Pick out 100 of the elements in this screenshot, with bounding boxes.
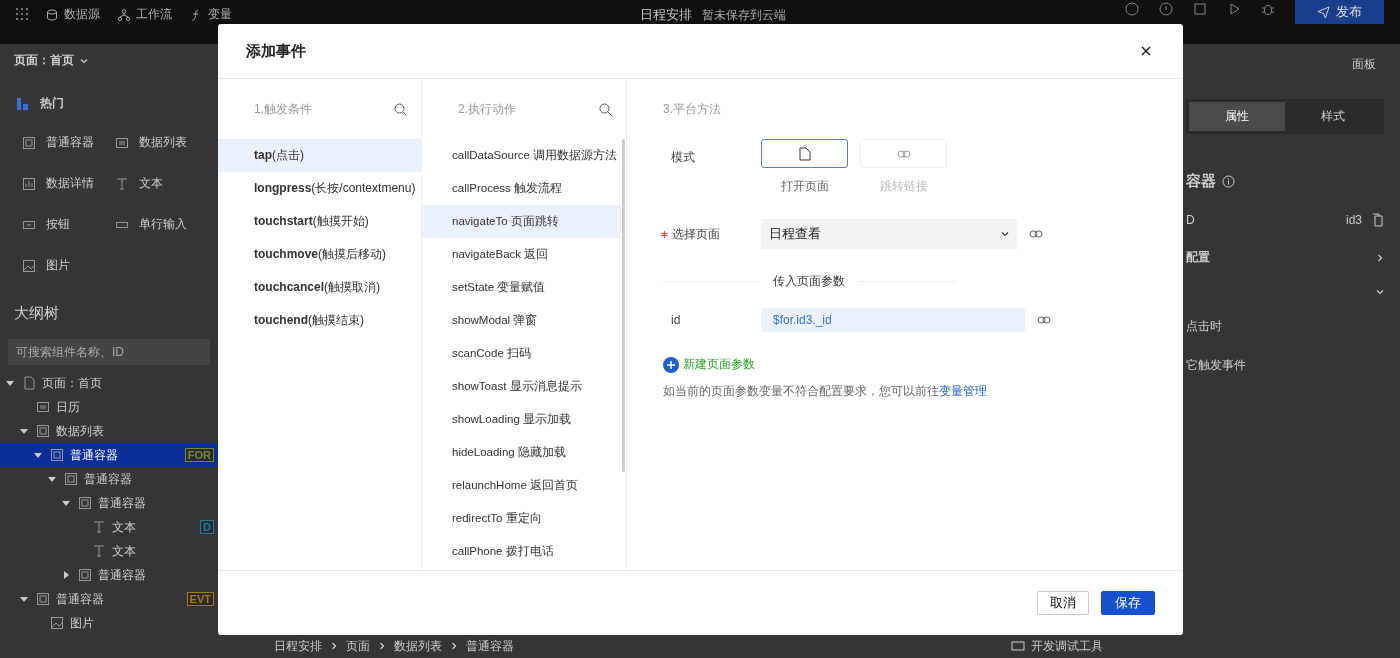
variable-link[interactable]: 变量管理	[939, 384, 987, 398]
component-item[interactable]: 图片	[22, 257, 70, 274]
action-item[interactable]: callDataSource 调用数据源方法	[422, 139, 621, 172]
trigger-item[interactable]: tap(点击)	[218, 139, 421, 172]
action-item[interactable]: navigateBack 返回	[422, 238, 621, 271]
caret-icon[interactable]	[62, 571, 70, 579]
chevron-icon[interactable]	[1376, 288, 1384, 296]
tree-label: 图片	[70, 614, 94, 632]
page-selector[interactable]: 页面：首页	[14, 52, 88, 69]
publish-button[interactable]: 发布	[1295, 0, 1384, 24]
caret-icon[interactable]	[48, 475, 56, 483]
action-item[interactable]: hideLoading 隐藏加载	[422, 436, 621, 469]
action-item[interactable]: callPhone 拨打电话	[422, 535, 621, 568]
component-item[interactable]: 数据详情	[22, 175, 94, 192]
devtools-button[interactable]: 开发调试工具	[1011, 637, 1103, 655]
trigger-item[interactable]: touchcancel(触摸取消)	[218, 271, 421, 304]
trigger-item[interactable]: touchmove(触摸后移动)	[218, 238, 421, 271]
component-item[interactable]: 单行输入	[115, 216, 187, 233]
action-item[interactable]: callProcess 触发流程	[422, 172, 621, 205]
tree-item[interactable]: 普通容器 EVT	[0, 587, 218, 611]
cancel-button[interactable]: 取消	[1037, 591, 1089, 615]
nav-tab[interactable]: 工作流	[136, 6, 172, 23]
caret-icon[interactable]	[34, 451, 42, 459]
tree-label: 文本	[112, 518, 136, 536]
tree-item[interactable]: 普通容器	[0, 563, 218, 587]
field-label: D	[1186, 213, 1195, 227]
component-icon	[78, 568, 92, 582]
mode-option[interactable]	[761, 139, 848, 168]
tab[interactable]: 属性	[1189, 102, 1285, 131]
trigger-item[interactable]: touchstart(触摸开始)	[218, 205, 421, 238]
caret-icon[interactable]	[20, 595, 28, 603]
dialog-title: 添加事件	[246, 41, 306, 61]
component-item[interactable]: 文本	[115, 175, 163, 192]
page-select[interactable]: 日程查看	[761, 219, 1017, 249]
search-icon[interactable]	[394, 102, 407, 116]
trigger-item[interactable]: longpress(长按/contextmenu)	[218, 172, 421, 205]
component-icon	[78, 496, 92, 510]
scrollbar[interactable]	[622, 139, 625, 472]
tree-item[interactable]: 数据列表	[0, 419, 218, 443]
tree-item[interactable]: 普通容器 FOR	[0, 443, 218, 467]
nav-tab[interactable]: 变量	[208, 6, 232, 23]
caret-icon[interactable]	[62, 499, 70, 507]
tree-item[interactable]: 文本 D	[0, 515, 218, 539]
caret-icon[interactable]	[6, 379, 14, 387]
chevron-icon[interactable]	[1376, 253, 1384, 262]
component-item[interactable]: 数据列表	[115, 134, 187, 151]
tree-label: 普通容器	[98, 494, 146, 512]
event-label: 点击时	[1186, 318, 1222, 335]
flow-icon	[118, 8, 130, 21]
info-icon[interactable]	[1159, 2, 1173, 16]
apps-icon[interactable]	[16, 8, 28, 20]
breadcrumb-link[interactable]: 普通容器	[466, 637, 514, 655]
component-item[interactable]: 按钮	[22, 216, 70, 233]
tree-item[interactable]: 文本	[0, 539, 218, 563]
component-item[interactable]: 普通容器	[22, 134, 94, 151]
copy-icon[interactable]	[1372, 213, 1384, 227]
chevron-icon	[1001, 230, 1009, 238]
column-heading: 2.执行动作	[458, 100, 516, 118]
tree-item[interactable]: 日历	[0, 395, 218, 419]
link-icon[interactable]	[1037, 316, 1051, 324]
id-value: id3	[1346, 213, 1362, 227]
play-icon[interactable]	[1227, 2, 1241, 16]
link-icon	[896, 149, 911, 158]
param-name: id	[670, 313, 682, 327]
tag: EVT	[186, 592, 214, 606]
chevron-icon[interactable]	[450, 642, 458, 650]
action-item[interactable]: redirectTo 重定向	[422, 502, 621, 535]
trigger-item[interactable]: touchend(触摸结束)	[218, 304, 421, 337]
breadcrumb-link[interactable]: 页面	[346, 637, 370, 655]
action-item[interactable]: showLoading 显示加载	[422, 403, 621, 436]
component-icon	[92, 520, 106, 534]
nav-tab[interactable]: 数据源	[64, 6, 100, 23]
caret-icon[interactable]	[20, 427, 28, 435]
mode-label: 跳转链接	[879, 178, 928, 195]
breadcrumb-link[interactable]: 数据列表	[394, 637, 442, 655]
search-icon[interactable]	[599, 102, 612, 116]
plus-icon[interactable]	[663, 356, 679, 373]
chevron-icon	[80, 56, 88, 65]
tree-item[interactable]: 图片	[0, 611, 218, 635]
tree-item[interactable]: 页面：首页	[0, 371, 218, 395]
tree-label: 普通容器	[56, 590, 104, 608]
tree-item[interactable]: 普通容器	[0, 467, 218, 491]
action-item[interactable]: showModal 弹窗	[422, 304, 621, 337]
bug-icon[interactable]	[1261, 2, 1275, 16]
breadcrumb-link[interactable]: 日程安排	[274, 637, 322, 655]
param-value-field[interactable]: $for.id3._id	[761, 308, 1025, 332]
action-item[interactable]: navigateTo 页面跳转	[422, 205, 621, 238]
chevron-icon[interactable]	[378, 642, 386, 650]
action-item[interactable]: showToast 显示消息提示	[422, 370, 621, 403]
search-field[interactable]: 可搜索组件名称、ID	[8, 339, 210, 365]
action-item[interactable]: relaunchHome 返回首页	[422, 469, 621, 502]
tree-label: 普通容器	[98, 566, 146, 584]
action-item[interactable]: scanCode 扫码	[422, 337, 621, 370]
tab[interactable]: 样式	[1285, 102, 1381, 131]
action-item[interactable]: setState 变量赋值	[422, 271, 621, 304]
link-icon[interactable]	[1029, 230, 1043, 238]
tree-item[interactable]: 普通容器	[0, 491, 218, 515]
tree-label: 普通容器	[70, 446, 118, 464]
save-button[interactable]: 保存	[1101, 591, 1155, 615]
chevron-icon[interactable]	[330, 642, 338, 650]
